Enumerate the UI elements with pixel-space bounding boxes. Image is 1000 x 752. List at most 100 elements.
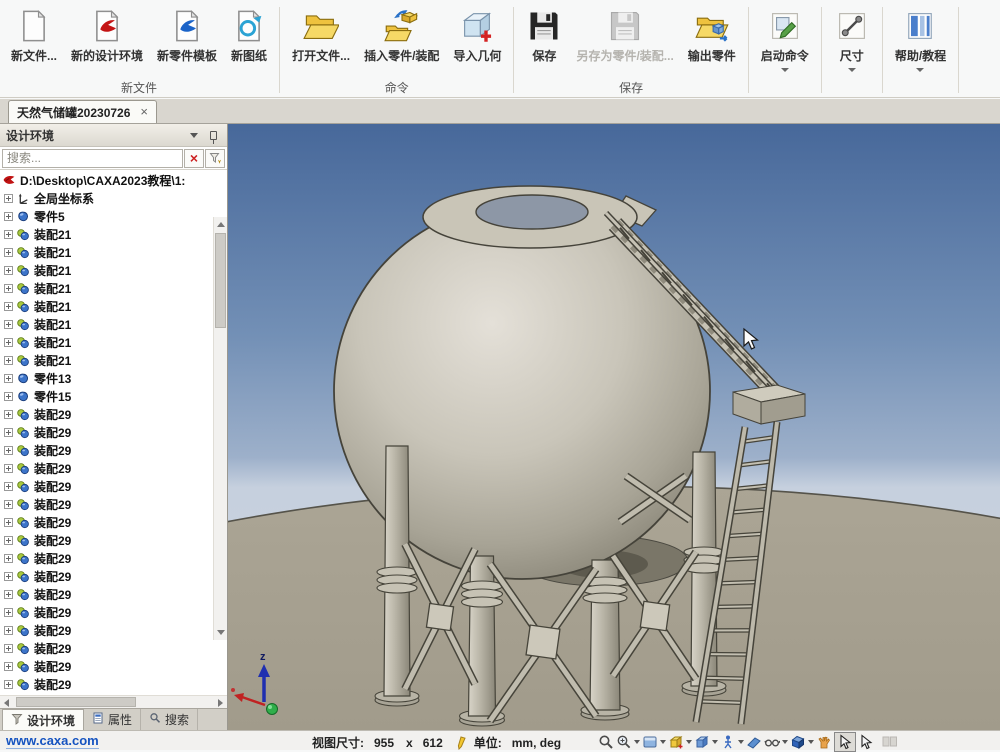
section-view-icon[interactable] — [746, 734, 762, 750]
export-part-button[interactable]: 输出零件 — [681, 5, 743, 64]
standard-views-icon[interactable] — [642, 734, 666, 750]
expand-icon[interactable] — [4, 554, 13, 563]
tree-item-row[interactable]: 装配29 — [0, 459, 227, 477]
tree-item-row[interactable]: 装配29 — [0, 657, 227, 675]
expand-icon[interactable] — [4, 194, 13, 203]
expand-icon[interactable] — [4, 374, 13, 383]
insert-part-button[interactable]: 插入零件/装配 — [357, 5, 446, 64]
h-scrollbar-thumb[interactable] — [16, 697, 136, 707]
expand-icon[interactable] — [4, 410, 13, 419]
scroll-down-icon[interactable] — [217, 630, 225, 635]
tree-item-row[interactable]: 装配29 — [0, 603, 227, 621]
expand-icon[interactable] — [4, 500, 13, 509]
expand-icon[interactable] — [4, 680, 13, 689]
tree-item-row[interactable]: 零件5 — [0, 207, 227, 225]
vertical-scrollbar[interactable] — [213, 217, 227, 640]
dimension-button[interactable]: 尺寸 — [827, 5, 877, 72]
extra-tools-icon[interactable] — [882, 734, 898, 750]
expand-icon[interactable] — [4, 248, 13, 257]
panel-tab-设计环境[interactable]: 设计环境 — [2, 709, 84, 730]
chevron-down-icon[interactable] — [712, 740, 718, 744]
render-mode-icon[interactable] — [668, 734, 692, 750]
horizontal-scrollbar[interactable] — [0, 695, 227, 708]
caxa-website-link[interactable]: www.caxa.com — [6, 733, 99, 749]
viewport-3d[interactable]: z — [228, 124, 1000, 730]
tree-item-row[interactable]: 全局坐标系 — [0, 189, 227, 207]
select-cursor-button[interactable] — [834, 732, 856, 752]
tree-item-row[interactable]: 装配29 — [0, 477, 227, 495]
expand-icon[interactable] — [4, 662, 13, 671]
tree-item-row[interactable]: 装配29 — [0, 549, 227, 567]
panel-tab-搜索[interactable]: 搜索 — [141, 709, 198, 730]
expand-icon[interactable] — [4, 284, 13, 293]
new-part-template-button[interactable]: 新零件模板 — [150, 5, 224, 64]
tree-item-row[interactable]: 装配29 — [0, 441, 227, 459]
edit-units-icon[interactable] — [455, 736, 468, 750]
expand-icon[interactable] — [4, 590, 13, 599]
chevron-down-icon[interactable] — [781, 68, 789, 72]
tree-item-row[interactable]: 装配29 — [0, 621, 227, 639]
tree-item-row[interactable]: 零件15 — [0, 387, 227, 405]
tree-item-row[interactable]: 装配29 — [0, 405, 227, 423]
tree-item-row[interactable]: 装配21 — [0, 225, 227, 243]
tree-item-row[interactable]: 装配29 — [0, 513, 227, 531]
scroll-left-icon[interactable] — [4, 699, 9, 707]
chevron-down-icon[interactable] — [848, 68, 856, 72]
scroll-up-icon[interactable] — [217, 222, 225, 227]
chevron-down-icon[interactable] — [686, 740, 692, 744]
filter-icon[interactable] — [205, 149, 225, 168]
chevron-down-icon[interactable] — [808, 740, 814, 744]
expand-icon[interactable] — [4, 356, 13, 365]
expand-icon[interactable] — [4, 482, 13, 491]
tree-root-row[interactable]: D:\Desktop\CAXA2023教程\1: — [0, 171, 227, 189]
chevron-down-icon[interactable] — [660, 740, 666, 744]
panel-tab-属性[interactable]: 属性 — [84, 709, 141, 730]
expand-icon[interactable] — [4, 446, 13, 455]
open-file-button[interactable]: 打开文件... — [285, 5, 357, 64]
expand-icon[interactable] — [4, 536, 13, 545]
pick-cursor-icon[interactable] — [858, 734, 874, 750]
expand-icon[interactable] — [4, 644, 13, 653]
expand-icon[interactable] — [4, 302, 13, 311]
expand-icon[interactable] — [4, 518, 13, 527]
expand-icon[interactable] — [4, 572, 13, 581]
tree-item-row[interactable]: 装配21 — [0, 261, 227, 279]
expand-icon[interactable] — [4, 320, 13, 329]
zoom-window-icon[interactable] — [616, 734, 640, 750]
tree-item-row[interactable]: 装配21 — [0, 315, 227, 333]
chevron-down-icon[interactable] — [738, 740, 744, 744]
new-design-env-button[interactable]: 新的设计环境 — [64, 5, 150, 64]
tree-item-row[interactable]: 装配29 — [0, 675, 227, 693]
scrollbar-thumb[interactable] — [215, 233, 226, 328]
tree-item-row[interactable]: 装配21 — [0, 333, 227, 351]
tree-item-row[interactable]: 零件13 — [0, 369, 227, 387]
tree-item-row[interactable]: 装配29 — [0, 423, 227, 441]
tab-close-icon[interactable]: × — [140, 106, 148, 118]
new-drawing-button[interactable]: 新图纸 — [224, 5, 274, 64]
pin-icon[interactable] — [210, 131, 217, 140]
pan-hand-icon[interactable] — [816, 734, 832, 750]
tree-item-row[interactable]: 装配29 — [0, 531, 227, 549]
chevron-down-icon[interactable] — [634, 740, 640, 744]
tree-item-row[interactable]: 装配29 — [0, 639, 227, 657]
tree-item-row[interactable]: 装配29 — [0, 495, 227, 513]
panel-dropdown-icon[interactable] — [190, 133, 198, 138]
tree-item-row[interactable]: 装配29 — [0, 585, 227, 603]
expand-icon[interactable] — [4, 266, 13, 275]
import-geometry-button[interactable]: 导入几何 — [446, 5, 508, 64]
perspective-icon[interactable] — [764, 734, 788, 750]
view-cube-icon[interactable] — [790, 734, 814, 750]
expand-icon[interactable] — [4, 212, 13, 221]
chevron-down-icon[interactable] — [916, 68, 924, 72]
expand-icon[interactable] — [4, 626, 13, 635]
chevron-down-icon[interactable] — [782, 740, 788, 744]
launch-command-button[interactable]: 启动命令 — [754, 5, 816, 72]
document-tab[interactable]: 天然气储罐20230726 × — [8, 100, 157, 123]
expand-icon[interactable] — [4, 338, 13, 347]
tree-item-row[interactable]: 装配21 — [0, 351, 227, 369]
tree-item-row[interactable]: 装配21 — [0, 279, 227, 297]
expand-icon[interactable] — [4, 230, 13, 239]
tree-item-row[interactable]: 装配21 — [0, 297, 227, 315]
expand-icon[interactable] — [4, 428, 13, 437]
save-button[interactable]: 保存 — [519, 5, 569, 64]
